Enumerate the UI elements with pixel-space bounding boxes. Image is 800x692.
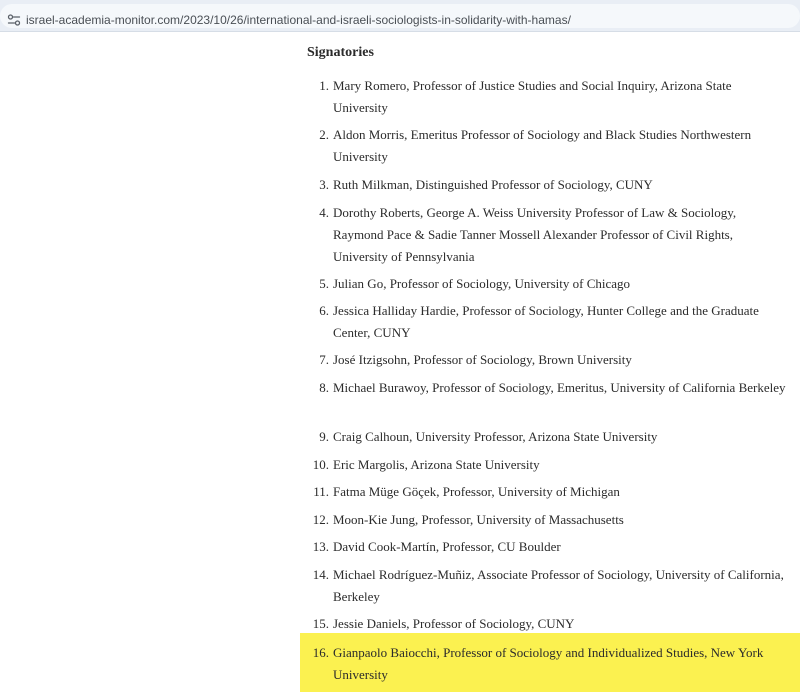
- item-text: José Itzigsohn, Professor of Sociology, …: [333, 352, 632, 367]
- item-text: Jessica Halliday Hardie, Professor of So…: [333, 303, 759, 340]
- item-number: 1.: [319, 78, 329, 93]
- item-text: Michael Rodríguez-Muñiz, Associate Profe…: [333, 567, 784, 604]
- item-text: Moon-Kie Jung, Professor, University of …: [333, 512, 624, 527]
- item-number: 14.: [312, 567, 329, 582]
- item-number: 2.: [319, 127, 329, 142]
- item-text: Michael Burawoy, Professor of Sociology,…: [333, 380, 786, 395]
- item-text: Gianpaolo Baiocchi, Professor of Sociolo…: [333, 645, 764, 682]
- item-number: 3.: [319, 177, 329, 192]
- item-number: 12.: [312, 512, 329, 527]
- signatories-heading: Signatories: [307, 45, 374, 60]
- item-text: Craig Calhoun, University Professor, Ari…: [333, 429, 658, 444]
- site-settings-icon[interactable]: [6, 12, 22, 28]
- item-text: Mary Romero, Professor of Justice Studie…: [333, 78, 732, 115]
- address-bar[interactable]: israel-academia-monitor.com/2023/10/26/i…: [0, 0, 800, 32]
- item-number: 13.: [312, 539, 329, 554]
- item-number: 15.: [312, 616, 329, 631]
- item-text: Julian Go, Professor of Sociology, Unive…: [333, 276, 631, 291]
- article-content: Signatories 1. Mary Romero, Professor of …: [0, 32, 800, 692]
- item-number: 8.: [319, 380, 329, 395]
- item-number: 7.: [319, 352, 329, 367]
- item-text: David Cook-Martín, Professor, CU Boulder: [333, 539, 561, 554]
- item-text: Jessie Daniels, Professor of Sociology, …: [333, 616, 575, 631]
- item-text: Dorothy Roberts, George A. Weiss Univers…: [333, 205, 737, 264]
- item-text: Aldon Morris, Emeritus Professor of Soci…: [333, 127, 752, 164]
- url-text[interactable]: israel-academia-monitor.com/2023/10/26/i…: [26, 12, 571, 28]
- item-number: 6.: [319, 303, 329, 318]
- item-text: Fatma Müge Göçek, Professor, University …: [333, 484, 620, 499]
- item-number: 10.: [312, 457, 329, 472]
- item-number: 11.: [313, 484, 329, 499]
- item-number: 4.: [319, 205, 329, 220]
- item-text: Eric Margolis, Arizona State University: [333, 457, 540, 472]
- item-number: 16.: [312, 645, 329, 660]
- address-field[interactable]: israel-academia-monitor.com/2023/10/26/i…: [0, 4, 800, 28]
- item-number: 5.: [319, 276, 329, 291]
- item-text: Ruth Milkman, Distinguished Professor of…: [333, 177, 653, 192]
- item-number: 9.: [319, 429, 329, 444]
